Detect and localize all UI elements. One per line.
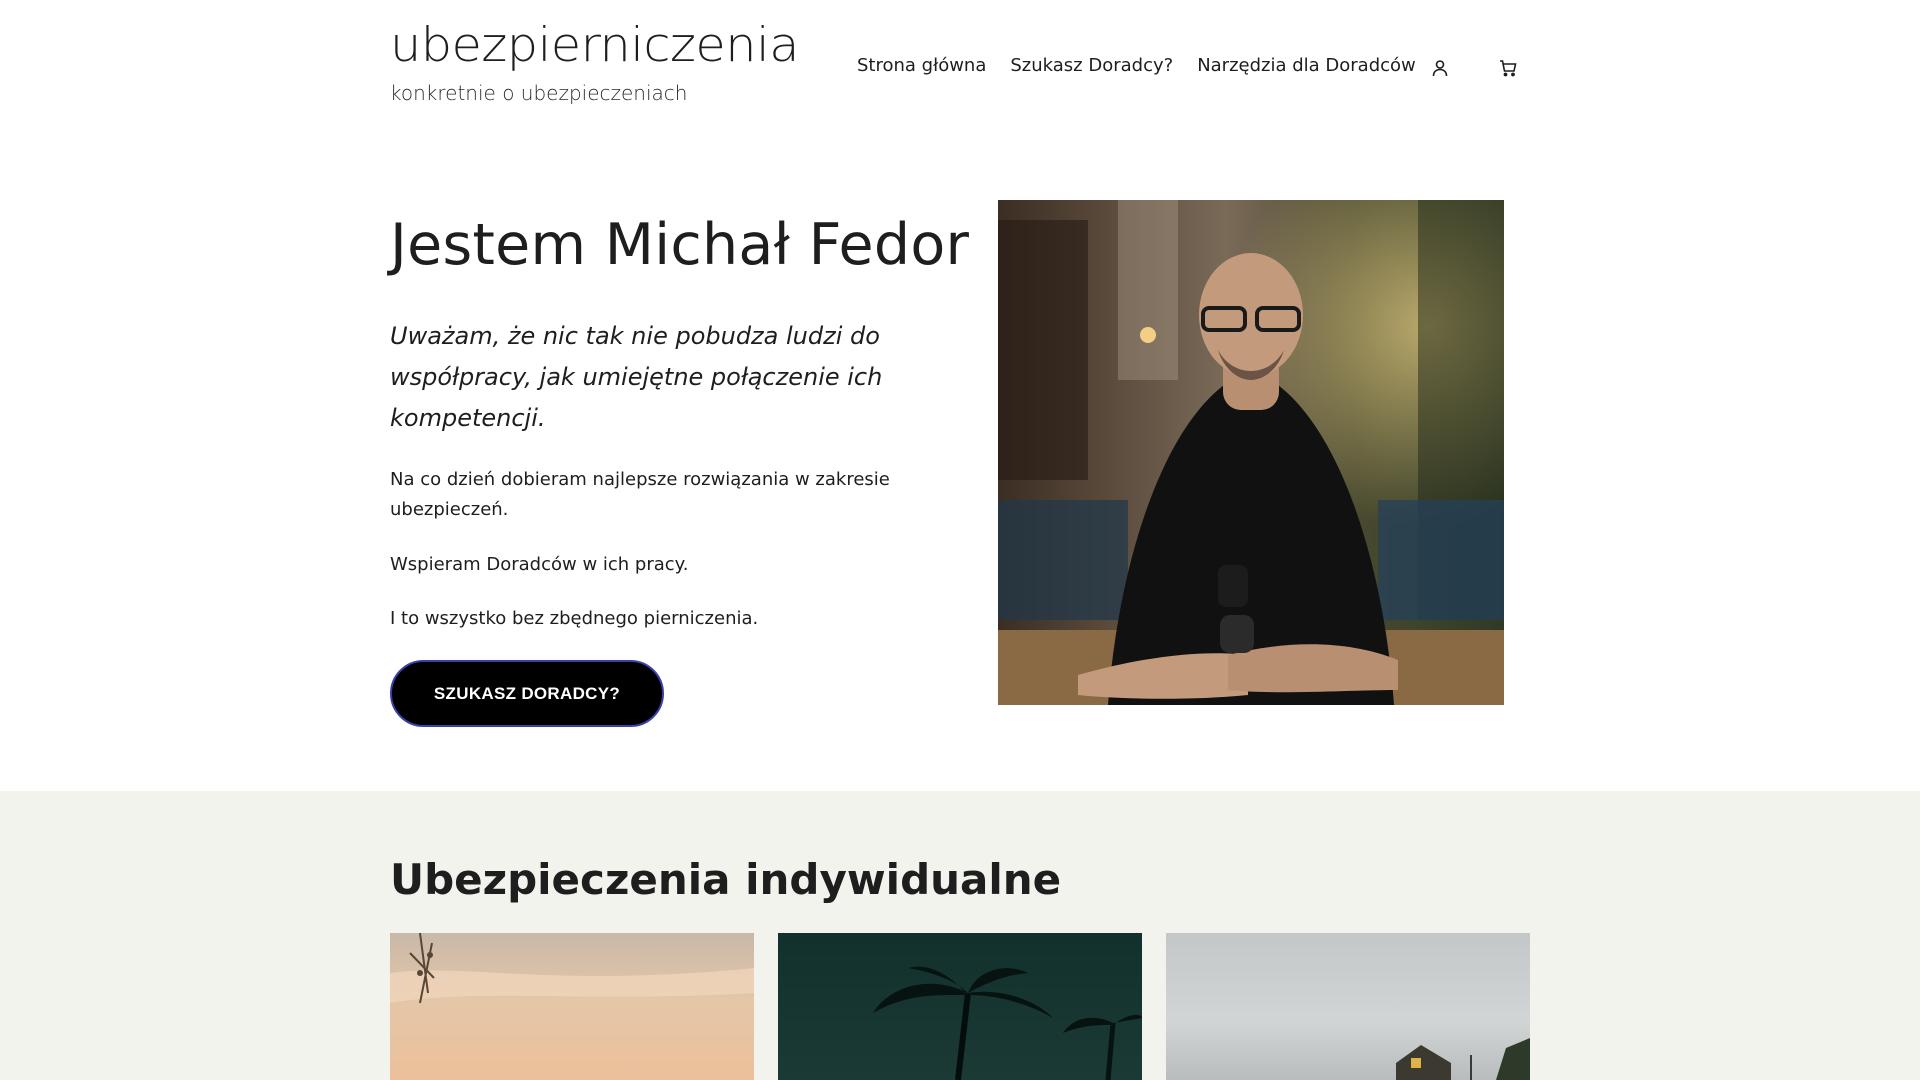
site-header: ubezpierniczenia konkretnie o ubezpiecze… bbox=[0, 0, 1920, 140]
cart-icon[interactable] bbox=[1496, 56, 1520, 80]
site-logo[interactable]: ubezpierniczenia konkretnie o ubezpiecze… bbox=[390, 22, 799, 105]
brand-tagline: konkretnie o ubezpieczeniach bbox=[390, 81, 688, 105]
hero-paragraph: Wspieram Doradców w ich pracy. bbox=[390, 554, 689, 575]
main-nav: Strona główna Szukasz Doradcy? Narzędzia… bbox=[857, 55, 1416, 76]
brand-name: ubezpierniczenia bbox=[390, 18, 799, 73]
insurance-card-image[interactable] bbox=[390, 933, 754, 1080]
insurance-card-image[interactable] bbox=[778, 933, 1142, 1080]
individual-insurance-section: Ubezpieczenia indywidualne bbox=[0, 791, 1920, 1080]
nav-item-advisor-tools[interactable]: Narzędzia dla Doradców bbox=[1197, 55, 1416, 76]
portrait-photo bbox=[998, 200, 1504, 705]
hero-title: Jestem Michał Fedor bbox=[390, 212, 970, 278]
hero-paragraph: Na co dzień dobieram najlepsze rozwiązan… bbox=[390, 469, 890, 520]
hero-paragraph: I to wszystko bez zbędnego pierniczenia. bbox=[390, 608, 759, 629]
section-title: Ubezpieczenia indywidualne bbox=[390, 855, 1062, 904]
find-advisor-button[interactable]: SZUKASZ DORADCY? bbox=[390, 660, 664, 727]
hero-quote: Uważam, że nic tak nie pobudza ludzi do … bbox=[390, 322, 883, 432]
user-icon[interactable] bbox=[1428, 56, 1452, 80]
nav-item-home[interactable]: Strona główna bbox=[857, 55, 986, 76]
insurance-card-image[interactable] bbox=[1166, 933, 1530, 1080]
nav-item-find-advisor[interactable]: Szukasz Doradcy? bbox=[1010, 55, 1173, 76]
